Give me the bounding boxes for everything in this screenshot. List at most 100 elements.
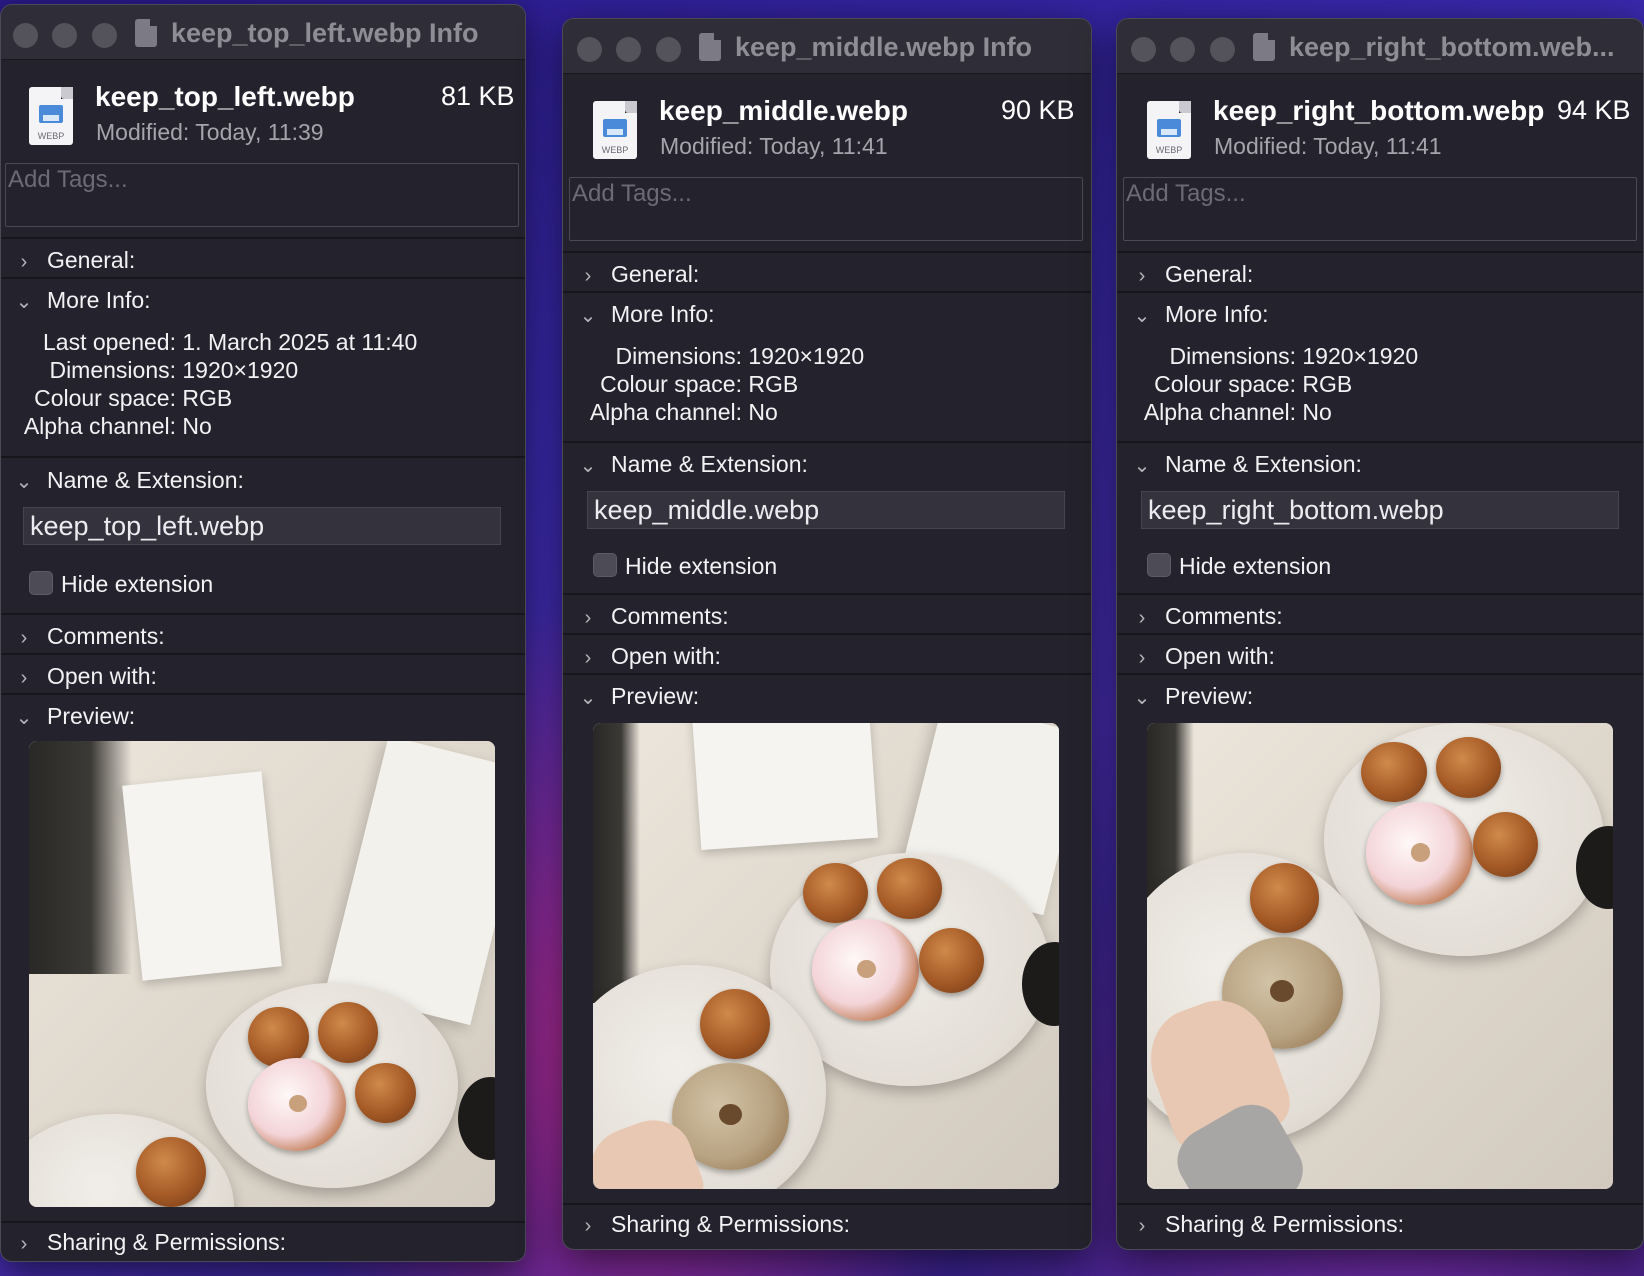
file-size: 81 KB [441,81,515,111]
zoom-button[interactable] [92,23,117,48]
title-bar[interactable]: keep_top_left.webp Info [1,5,525,60]
divider [1,277,525,279]
close-button[interactable] [13,23,38,48]
hide-extension-label: Hide extension [61,571,214,597]
chevron-down-icon: ⌄ [1133,305,1151,327]
title-bar[interactable]: keep_middle.webp Info [563,19,1091,74]
zoom-button[interactable] [1210,37,1235,62]
chevron-right-icon: › [1138,647,1146,669]
divider [1,613,525,615]
divider [1,653,525,655]
section-general[interactable]: › General: [577,261,700,288]
name-extension-field[interactable]: keep_middle.webp [587,491,1065,529]
chevron-down-icon: ⌄ [15,471,33,493]
tags-field[interactable]: Add Tags... [569,177,1083,241]
chevron-down-icon: ⌄ [15,707,33,729]
tags-field[interactable]: Add Tags... [5,163,519,227]
section-comments[interactable]: › Comments: [577,603,729,630]
file-size: 90 KB [1001,95,1075,125]
section-sharing-permissions[interactable]: › Sharing & Permissions: [577,1211,850,1238]
divider [1117,593,1643,595]
modified-date: Modified: Today, 11:41 [1214,133,1442,159]
chevron-right-icon: › [20,627,28,649]
chevron-right-icon: › [584,265,592,287]
hide-extension-checkbox[interactable] [1147,553,1171,577]
section-name-extension[interactable]: ⌄ Name & Extension: [13,467,244,494]
section-general[interactable]: › General: [13,247,136,274]
tags-field[interactable]: Add Tags... [1123,177,1637,241]
chevron-right-icon: › [1138,1215,1146,1237]
preview-image [593,723,1059,1189]
divider [563,291,1091,293]
divider [1117,291,1643,293]
document-icon [135,19,157,47]
close-button[interactable] [1131,37,1156,62]
info-dimensions: Dimensions: 1920×1920 [1169,343,1419,369]
chevron-right-icon: › [20,667,28,689]
divider [1117,1203,1643,1205]
divider [563,1203,1091,1205]
section-comments[interactable]: › Comments: [1131,603,1283,630]
info-alpha-channel: Alpha channel: No [23,413,212,439]
chevron-right-icon: › [1138,607,1146,629]
section-preview[interactable]: ⌄ Preview: [1131,683,1254,710]
webp-file-icon: WEBP [29,87,73,145]
section-open-with[interactable]: › Open with: [1131,643,1275,670]
section-open-with[interactable]: › Open with: [577,643,721,670]
divider [1,237,525,239]
section-comments[interactable]: › Comments: [13,623,165,650]
divider [1117,673,1643,675]
info-alpha-channel: Alpha channel: No [589,399,778,425]
window-title: keep_top_left.webp Info [171,18,479,48]
modified-date: Modified: Today, 11:39 [96,119,324,145]
section-more-info[interactable]: ⌄ More Info: [13,287,151,314]
divider [563,251,1091,253]
divider [563,633,1091,635]
name-extension-field[interactable]: keep_top_left.webp [23,507,501,545]
divider [563,593,1091,595]
minimize-button[interactable] [52,23,77,48]
name-extension-field[interactable]: keep_right_bottom.webp [1141,491,1619,529]
section-open-with[interactable]: › Open with: [13,663,157,690]
section-general[interactable]: › General: [1131,261,1254,288]
info-last-opened: Last opened: 1. March 2025 at 11:40 [42,329,418,355]
section-more-info[interactable]: ⌄ More Info: [577,301,715,328]
title-bar[interactable]: keep_right_bottom.web... [1117,19,1643,74]
divider [1,693,525,695]
chevron-right-icon: › [584,607,592,629]
file-name: keep_top_left.webp [95,81,355,112]
section-name-extension[interactable]: ⌄ Name & Extension: [577,451,808,478]
info-dimensions: Dimensions: 1920×1920 [615,343,865,369]
section-name-extension[interactable]: ⌄ Name & Extension: [1131,451,1362,478]
section-more-info[interactable]: ⌄ More Info: [1131,301,1269,328]
hide-extension-label: Hide extension [1179,553,1332,579]
hide-extension-label: Hide extension [625,553,778,579]
divider [1117,251,1643,253]
preview-image [1147,723,1613,1189]
divider [1117,633,1643,635]
chevron-right-icon: › [584,647,592,669]
chevron-down-icon: ⌄ [579,455,597,477]
modified-date: Modified: Today, 11:41 [660,133,888,159]
section-preview[interactable]: ⌄ Preview: [13,703,136,730]
preview-image [29,741,495,1207]
section-preview[interactable]: ⌄ Preview: [577,683,700,710]
window-title: keep_middle.webp Info [735,32,1033,62]
hide-extension-checkbox[interactable] [29,571,53,595]
divider [563,673,1091,675]
info-colour-space: Colour space: RGB [600,371,799,397]
minimize-button[interactable] [616,37,641,62]
minimize-button[interactable] [1170,37,1195,62]
section-sharing-permissions[interactable]: › Sharing & Permissions: [13,1229,286,1256]
window-title: keep_right_bottom.web... [1289,32,1615,62]
divider [1,456,525,458]
webp-file-icon: WEBP [593,101,637,159]
info-alpha-channel: Alpha channel: No [1143,399,1332,425]
close-button[interactable] [577,37,602,62]
chevron-right-icon: › [20,1233,28,1255]
zoom-button[interactable] [656,37,681,62]
chevron-down-icon: ⌄ [579,305,597,327]
chevron-down-icon: ⌄ [1133,687,1151,709]
hide-extension-checkbox[interactable] [593,553,617,577]
section-sharing-permissions[interactable]: › Sharing & Permissions: [1131,1211,1404,1238]
